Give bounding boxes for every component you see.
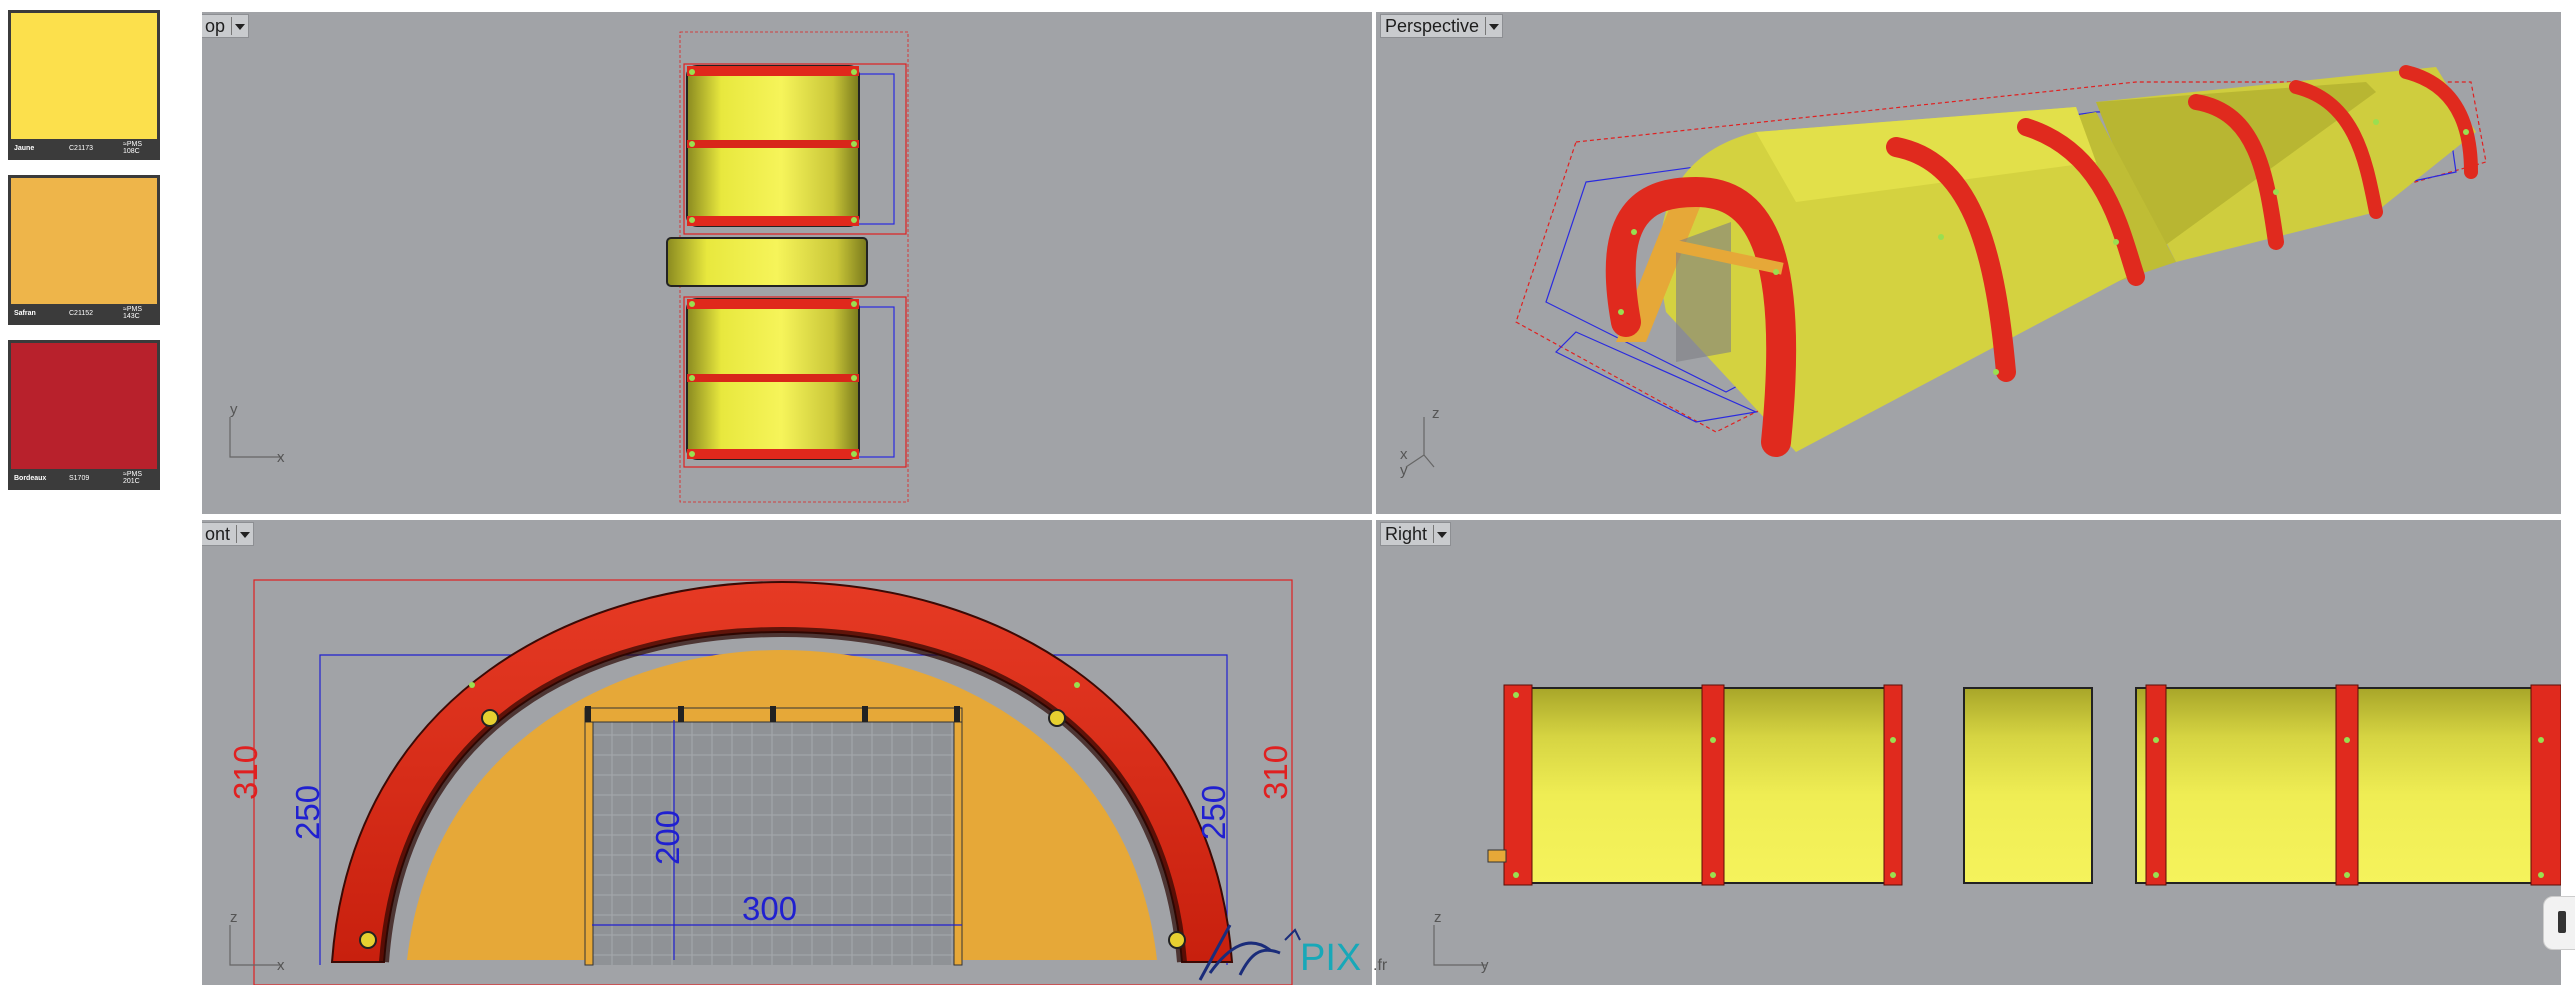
viewport-title-label: Right — [1385, 523, 1428, 544]
dim-height-inner-right: 250 — [1195, 785, 1232, 840]
persp-axis-x: x — [1400, 446, 1408, 463]
perspective-view-canvas: z x y — [1400, 65, 2487, 479]
viewport-top[interactable]: y x op — [202, 12, 1372, 514]
flypix-logo-icon — [1198, 924, 1301, 981]
dim-height-outer-left: 310 — [227, 745, 264, 800]
swatch-code: S1709 — [69, 474, 90, 482]
swatch-label-bar: Bordeaux S1709 ≈PMS 201C — [11, 469, 157, 487]
top-view-canvas: y x — [229, 31, 909, 503]
handle-grip-icon — [2558, 911, 2566, 933]
swatch-label-bar: Jaune C21173 ≈PMS 108C — [11, 139, 157, 157]
chevron-down-icon[interactable] — [1433, 525, 1448, 543]
viewport-title-label: op — [205, 15, 226, 36]
watermark-text: PIX — [1300, 937, 1362, 979]
watermark-logo: PIX .fr — [1190, 915, 1400, 985]
viewport-perspective[interactable]: z x y Perspective — [1376, 12, 2561, 514]
right-axis-z: z — [1434, 909, 1442, 926]
viewport-title-front[interactable]: ont — [202, 522, 255, 546]
dim-door-width: 300 — [742, 890, 797, 927]
swatch-jaune: Jaune C21173 ≈PMS 108C — [8, 10, 160, 160]
swatch-code: C21173 — [69, 144, 94, 152]
viewport-title-perspective[interactable]: Perspective — [1380, 14, 1504, 38]
persp-axis-y: y — [1400, 462, 1408, 479]
top-axis-x: x — [277, 449, 285, 466]
right-axis-y: y — [1481, 957, 1489, 974]
viewport-title-label: ont — [205, 523, 231, 544]
viewport-title-right[interactable]: Right — [1380, 522, 1452, 546]
swatch-name: Jaune — [14, 144, 35, 152]
swatch-pms: ≈PMS 108C — [123, 141, 143, 155]
swatch-bordeaux: Bordeaux S1709 ≈PMS 201C — [8, 340, 160, 490]
dim-door-height: 200 — [649, 810, 686, 865]
dim-height-inner-left: 250 — [289, 785, 326, 840]
swatch-pms: ≈PMS 143C — [123, 306, 143, 320]
front-axis-x: x — [277, 957, 285, 974]
watermark-suffix: .fr — [1373, 957, 1388, 974]
viewport-title-top[interactable]: op — [202, 14, 250, 38]
top-axis-y: y — [230, 401, 238, 418]
right-view-canvas: z y — [1433, 684, 2561, 974]
swatch-safran: Safran C21152 ≈PMS 143C — [8, 175, 160, 325]
chevron-down-icon[interactable] — [236, 525, 251, 543]
dim-height-outer-right: 310 — [1257, 745, 1294, 800]
swatch-pms: ≈PMS 201C — [123, 471, 143, 485]
chevron-down-icon[interactable] — [1485, 17, 1500, 35]
front-axis-z: z — [230, 909, 238, 926]
chevron-down-icon[interactable] — [231, 17, 246, 35]
swatch-name: Bordeaux — [14, 474, 47, 482]
side-panel-handle[interactable] — [2543, 896, 2575, 950]
swatch-code: C21152 — [69, 309, 94, 317]
swatch-name: Safran — [14, 309, 36, 317]
swatch-label-bar: Safran C21152 ≈PMS 143C — [11, 304, 157, 322]
persp-axis-z: z — [1432, 405, 1440, 422]
viewport-right[interactable]: z y Right — [1376, 520, 2561, 985]
viewport-title-label: Perspective — [1385, 15, 1480, 36]
